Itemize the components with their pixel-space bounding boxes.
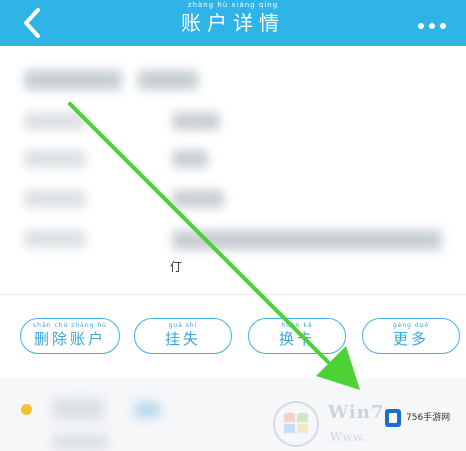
more-label: 更多 [392, 330, 429, 348]
site-logo-text: 756手游网 [406, 413, 451, 423]
redacted-field-label [24, 190, 86, 208]
replace-card-label: 换卡 [278, 330, 315, 348]
page-title-pinyin: zhàng hù xiáng qíng [187, 1, 279, 9]
app-header: zhàng hù xiáng qíng 账户详情 [0, 0, 466, 46]
replace-card-pinyin: huàn kǎ [281, 322, 313, 329]
redacted-list-tag [134, 402, 160, 418]
redacted-field-value [172, 112, 220, 130]
redacted-list-subtext [52, 434, 108, 450]
redacted-field-value [172, 150, 208, 168]
watermark-win-subtext: Www. [330, 430, 366, 444]
redacted-account-number [138, 70, 198, 90]
more-button[interactable]: gèng duō 更多 [362, 318, 460, 354]
redacted-field-label [24, 112, 86, 130]
status-dot [21, 404, 32, 415]
more-pinyin: gèng duō [392, 322, 430, 329]
watermark-win-text: Win7 [328, 402, 385, 423]
report-loss-button[interactable]: guà shī 挂失 [134, 318, 232, 354]
redacted-field-label [24, 150, 86, 168]
delete-account-button[interactable]: shān chú zhàng hù 删除账户 [20, 318, 120, 354]
more-options-icon[interactable] [418, 14, 454, 29]
section-divider [0, 294, 466, 295]
replace-card-button[interactable]: huàn kǎ 换卡 [248, 318, 346, 354]
stray-text: 仃 [170, 260, 183, 274]
page-title: zhàng hù xiáng qíng 账户详情 [0, 1, 466, 36]
report-loss-label: 挂失 [164, 330, 201, 348]
redacted-field-value [172, 190, 224, 208]
redacted-account-name [24, 70, 122, 90]
redacted-list-name [52, 398, 104, 420]
redacted-field-value [172, 230, 442, 250]
delete-account-label: 删除账户 [33, 330, 106, 348]
page-title-text: 账户详情 [181, 11, 285, 35]
redacted-field-label [24, 230, 86, 248]
delete-account-pinyin: shān chú zhàng hù [33, 322, 107, 329]
report-loss-pinyin: guà shī [168, 322, 198, 329]
